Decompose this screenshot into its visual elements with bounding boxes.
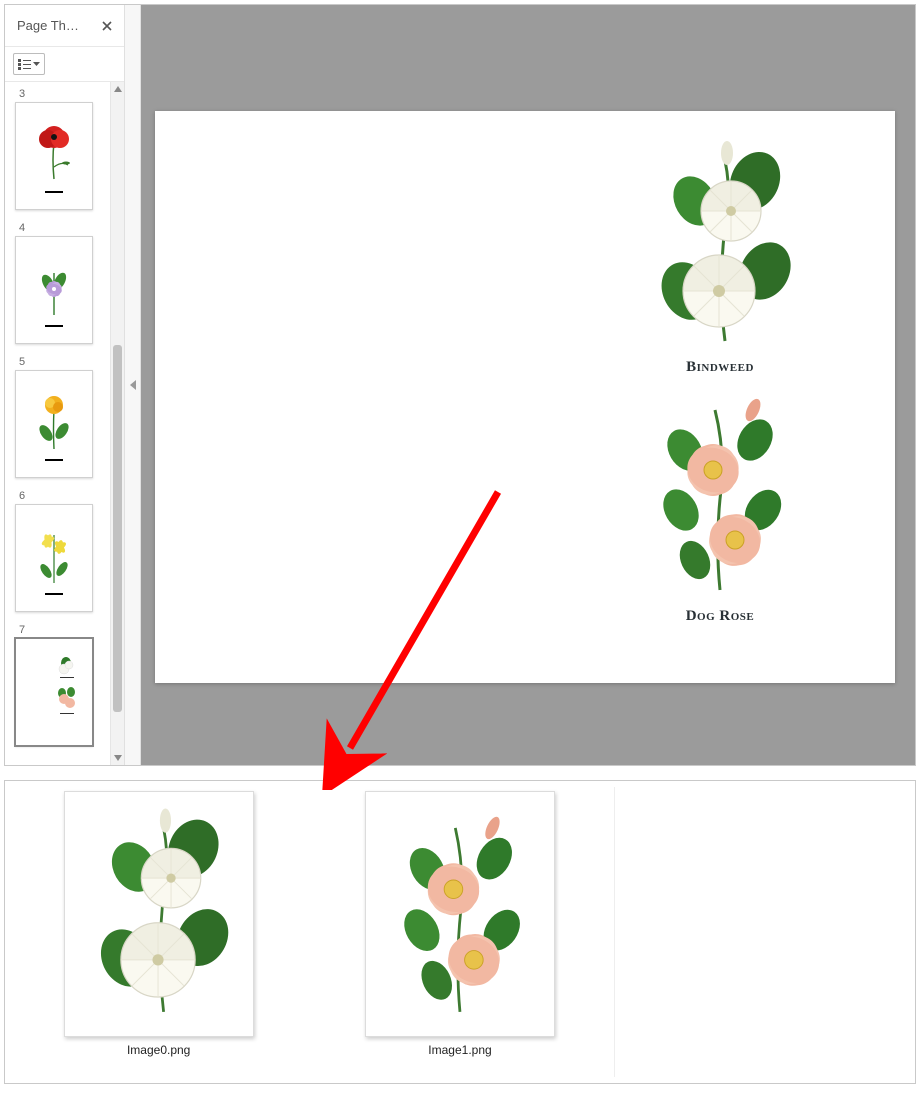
thumbnail-list: 3 (5, 82, 110, 765)
page-thumbnails-panel: Page Th… 3 (5, 5, 125, 765)
thumbnail-page-4[interactable] (15, 236, 93, 344)
figure-bindweed: Bindweed (635, 141, 805, 376)
thumbnail-page-6[interactable] (15, 504, 93, 612)
collapse-sidebar-button[interactable] (127, 365, 139, 405)
thumbnail-page-5[interactable] (15, 370, 93, 478)
close-panel-button[interactable] (98, 17, 116, 35)
thumbnail-item: 4 (15, 220, 104, 344)
panel-toolbar (5, 47, 124, 82)
flower-buttercup-icon (30, 387, 78, 455)
thumbnail-scrollbar[interactable] (110, 82, 124, 765)
thumbnail-item: 6 (15, 488, 104, 612)
panel-splitter[interactable] (125, 5, 141, 765)
scroll-down-button[interactable] (111, 751, 124, 765)
thumbnail-number: 4 (15, 220, 104, 236)
file-item-image1[interactable]: Image1.png (312, 787, 607, 1077)
figure-caption: Dog Rose (686, 608, 755, 625)
thumbnail-options-button[interactable] (13, 53, 45, 75)
thumbnail-page-7[interactable] (15, 638, 93, 746)
thumbnail-item: 5 (15, 354, 104, 478)
chevron-left-icon (130, 380, 136, 390)
thumbnail-number: 6 (15, 488, 104, 504)
flower-periwinkle-icon (30, 253, 78, 321)
file-browser-window: Image0.png (4, 780, 916, 1084)
page-7-preview-icon (24, 647, 84, 737)
close-icon (101, 20, 113, 32)
thumbnail-number: 5 (15, 354, 104, 370)
file-browser-empty-area (614, 787, 909, 1077)
scroll-up-button[interactable] (111, 82, 124, 96)
file-name: Image0.png (127, 1043, 190, 1057)
thumbnail-page-3[interactable] (15, 102, 93, 210)
thumbnail-item: 7 (15, 622, 104, 746)
document-viewport[interactable]: Bindweed (141, 5, 915, 765)
bindweed-image (635, 141, 805, 351)
bindweed-file-preview (80, 807, 238, 1022)
figure-caption: Bindweed (686, 359, 754, 376)
thumbnail-item: 3 (15, 86, 104, 210)
panel-title: Page Th… (17, 18, 98, 33)
file-item-image0[interactable]: Image0.png (11, 787, 306, 1077)
thumbnail-number: 3 (15, 86, 104, 102)
figure-dogrose: Dog Rose (635, 390, 805, 625)
dogrose-image (635, 390, 805, 600)
thumbnail-number: 7 (15, 622, 104, 638)
panel-header: Page Th… (5, 5, 124, 47)
scrollbar-thumb[interactable] (113, 345, 122, 712)
pdf-viewer-window: Page Th… 3 (4, 4, 916, 766)
flower-poppy-icon (30, 119, 78, 187)
dogrose-file-preview (381, 807, 539, 1022)
chevron-down-icon (33, 62, 40, 67)
flower-jasmine-icon (30, 521, 78, 589)
list-icon (18, 59, 31, 70)
document-page: Bindweed (155, 111, 895, 683)
file-name: Image1.png (428, 1043, 491, 1057)
